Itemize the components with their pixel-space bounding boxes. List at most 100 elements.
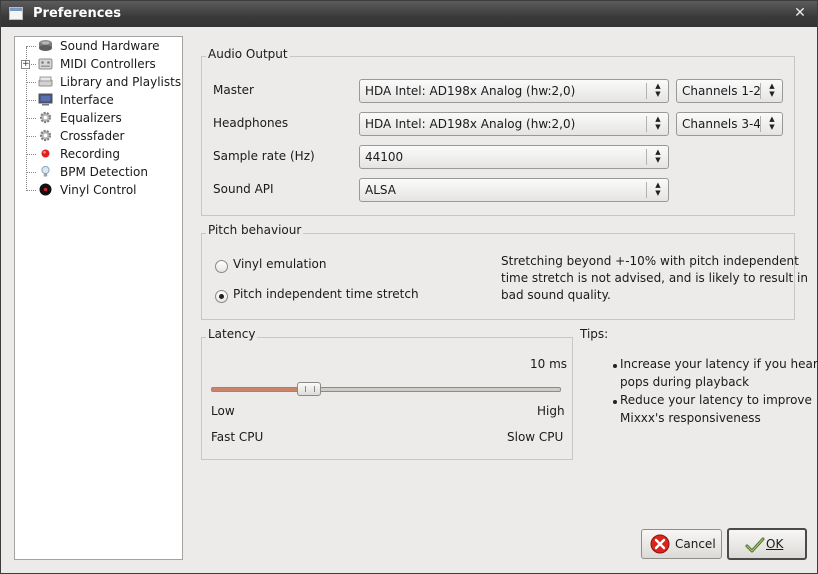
- master-device-select[interactable]: HDA Intel: AD198x Analog (hw:2,0) ▲ ▼: [359, 79, 669, 103]
- vinyl-emulation-radio[interactable]: [215, 260, 228, 273]
- cancel-button[interactable]: Cancel: [641, 529, 722, 559]
- gear-icon: [39, 111, 52, 124]
- sidebar-item-sound-hardware[interactable]: Sound Hardware: [15, 37, 180, 55]
- combo-separator: [646, 116, 647, 132]
- latency-low-label: Low: [211, 404, 235, 418]
- sidebar-item-label: Library and Playlists: [60, 75, 182, 89]
- tip-line: pops during playback: [620, 375, 750, 389]
- audio-output-title: Audio Output: [206, 47, 290, 61]
- combo-separator: [646, 182, 647, 198]
- record-dot-icon: [41, 149, 50, 158]
- window-icon: [9, 7, 23, 20]
- updown-arrows-icon: ▲ ▼: [769, 82, 775, 98]
- updown-arrows-icon: ▲ ▼: [655, 181, 661, 197]
- cancel-icon: [650, 534, 670, 554]
- tree-branch: [26, 46, 36, 47]
- window-title: Preferences: [33, 6, 121, 21]
- latency-title: Latency: [206, 327, 258, 341]
- tree-branch: [26, 154, 36, 155]
- latency-slider-fill: [212, 388, 310, 391]
- latency-high-label: High: [537, 404, 565, 418]
- latency-value: 10 ms: [530, 357, 568, 371]
- sample-rate-value: 44100: [365, 150, 404, 164]
- sidebar-item-equalizers[interactable]: Equalizers: [15, 109, 180, 127]
- pitch-behaviour-title: Pitch behaviour: [206, 223, 304, 237]
- headphones-channels-value: Channels 3-4: [682, 117, 761, 131]
- pitch-note-line: Stretching beyond +-10% with pitch indep…: [501, 254, 799, 268]
- updown-arrows-icon: ▲ ▼: [769, 115, 775, 131]
- vinyl-record-icon: [39, 183, 52, 196]
- sound-api-label: Sound API: [213, 182, 274, 196]
- master-device-value: HDA Intel: AD198x Analog (hw:2,0): [365, 84, 576, 98]
- combo-separator: [760, 83, 761, 99]
- tips-title: Tips:: [580, 327, 609, 341]
- tree-branch: [26, 118, 36, 119]
- tree-branch: [26, 172, 36, 173]
- vinyl-emulation-label[interactable]: Vinyl emulation: [233, 257, 327, 271]
- master-label: Master: [213, 83, 254, 97]
- tree-branch: [26, 82, 36, 83]
- sidebar-item-vinyl-control[interactable]: Vinyl Control: [15, 181, 180, 199]
- tree-branch: [26, 190, 36, 191]
- tip-line: Mixxx's responsiveness: [620, 411, 761, 425]
- library-icon: [38, 76, 53, 87]
- monitor-icon: [38, 93, 53, 106]
- sidebar-item-recording[interactable]: Recording: [15, 145, 180, 163]
- combo-separator: [646, 149, 647, 165]
- tip-line: Reduce your latency to improve: [620, 393, 812, 407]
- sample-rate-select[interactable]: 44100 ▲ ▼: [359, 145, 669, 169]
- headphones-device-value: HDA Intel: AD198x Analog (hw:2,0): [365, 117, 576, 131]
- gear-icon: [39, 129, 52, 142]
- slow-cpu-label: Slow CPU: [507, 430, 564, 444]
- combo-separator: [646, 83, 647, 99]
- sidebar-item-label: Crossfader: [60, 129, 125, 143]
- headphones-channels-select[interactable]: Channels 3-4 ▲ ▼: [676, 112, 783, 136]
- master-channels-select[interactable]: Channels 1-2 ▲ ▼: [676, 79, 783, 103]
- latency-slider-track[interactable]: [211, 387, 561, 392]
- pitch-note-line: time stretch is not advised, and is like…: [501, 271, 808, 285]
- combo-separator: [760, 116, 761, 132]
- close-icon[interactable]: ✕: [791, 4, 809, 22]
- pitch-note-line: bad sound quality.: [501, 288, 611, 302]
- sample-rate-label: Sample rate (Hz): [213, 149, 315, 163]
- updown-arrows-icon: ▲ ▼: [655, 148, 661, 164]
- checkmark-icon: [745, 537, 765, 553]
- tree-branch: [26, 100, 36, 101]
- headphones-label: Headphones: [213, 116, 289, 130]
- updown-arrows-icon: ▲ ▼: [655, 82, 661, 98]
- sidebar-item-bpm-detection[interactable]: BPM Detection: [15, 163, 180, 181]
- midi-controller-icon: [38, 58, 53, 70]
- sidebar-item-label: Equalizers: [60, 111, 122, 125]
- time-stretch-radio[interactable]: [215, 290, 228, 303]
- sidebar-item-label: MIDI Controllers: [60, 57, 156, 71]
- updown-arrows-icon: ▲ ▼: [655, 115, 661, 131]
- preferences-window: Preferences ✕ Sound Hardware + MIDI Cont…: [0, 0, 818, 574]
- speaker-icon: [39, 40, 52, 51]
- ok-button[interactable]: OK: [727, 528, 807, 560]
- lightbulb-icon: [41, 165, 50, 177]
- sidebar-item-midi-controllers[interactable]: + MIDI Controllers: [15, 55, 180, 73]
- sound-api-value: ALSA: [365, 183, 396, 197]
- bullet-icon: [613, 364, 617, 368]
- fast-cpu-label: Fast CPU: [211, 430, 264, 444]
- cancel-label: Cancel: [675, 537, 716, 551]
- sidebar-item-crossfader[interactable]: Crossfader: [15, 127, 180, 145]
- expand-icon[interactable]: +: [21, 60, 30, 69]
- preferences-tree[interactable]: Sound Hardware + MIDI Controllers Librar…: [14, 36, 183, 560]
- title-bar: Preferences ✕: [1, 1, 817, 27]
- master-channels-value: Channels 1-2: [682, 84, 761, 98]
- sidebar-item-label: Sound Hardware: [60, 39, 160, 53]
- sidebar-item-library-and-playlists[interactable]: Library and Playlists: [15, 73, 182, 91]
- sidebar-item-label: Interface: [60, 93, 114, 107]
- sidebar-item-label: Recording: [60, 147, 121, 161]
- sound-api-select[interactable]: ALSA ▲ ▼: [359, 178, 669, 202]
- latency-slider-handle[interactable]: [297, 382, 321, 396]
- sidebar-item-interface[interactable]: Interface: [15, 91, 180, 109]
- tree-branch: [26, 136, 36, 137]
- sidebar-item-label: BPM Detection: [60, 165, 148, 179]
- bullet-icon: [613, 400, 617, 404]
- tip-line: Increase your latency if you hear: [620, 357, 818, 371]
- sidebar-item-label: Vinyl Control: [60, 183, 137, 197]
- time-stretch-label[interactable]: Pitch independent time stretch: [233, 287, 419, 301]
- headphones-device-select[interactable]: HDA Intel: AD198x Analog (hw:2,0) ▲ ▼: [359, 112, 669, 136]
